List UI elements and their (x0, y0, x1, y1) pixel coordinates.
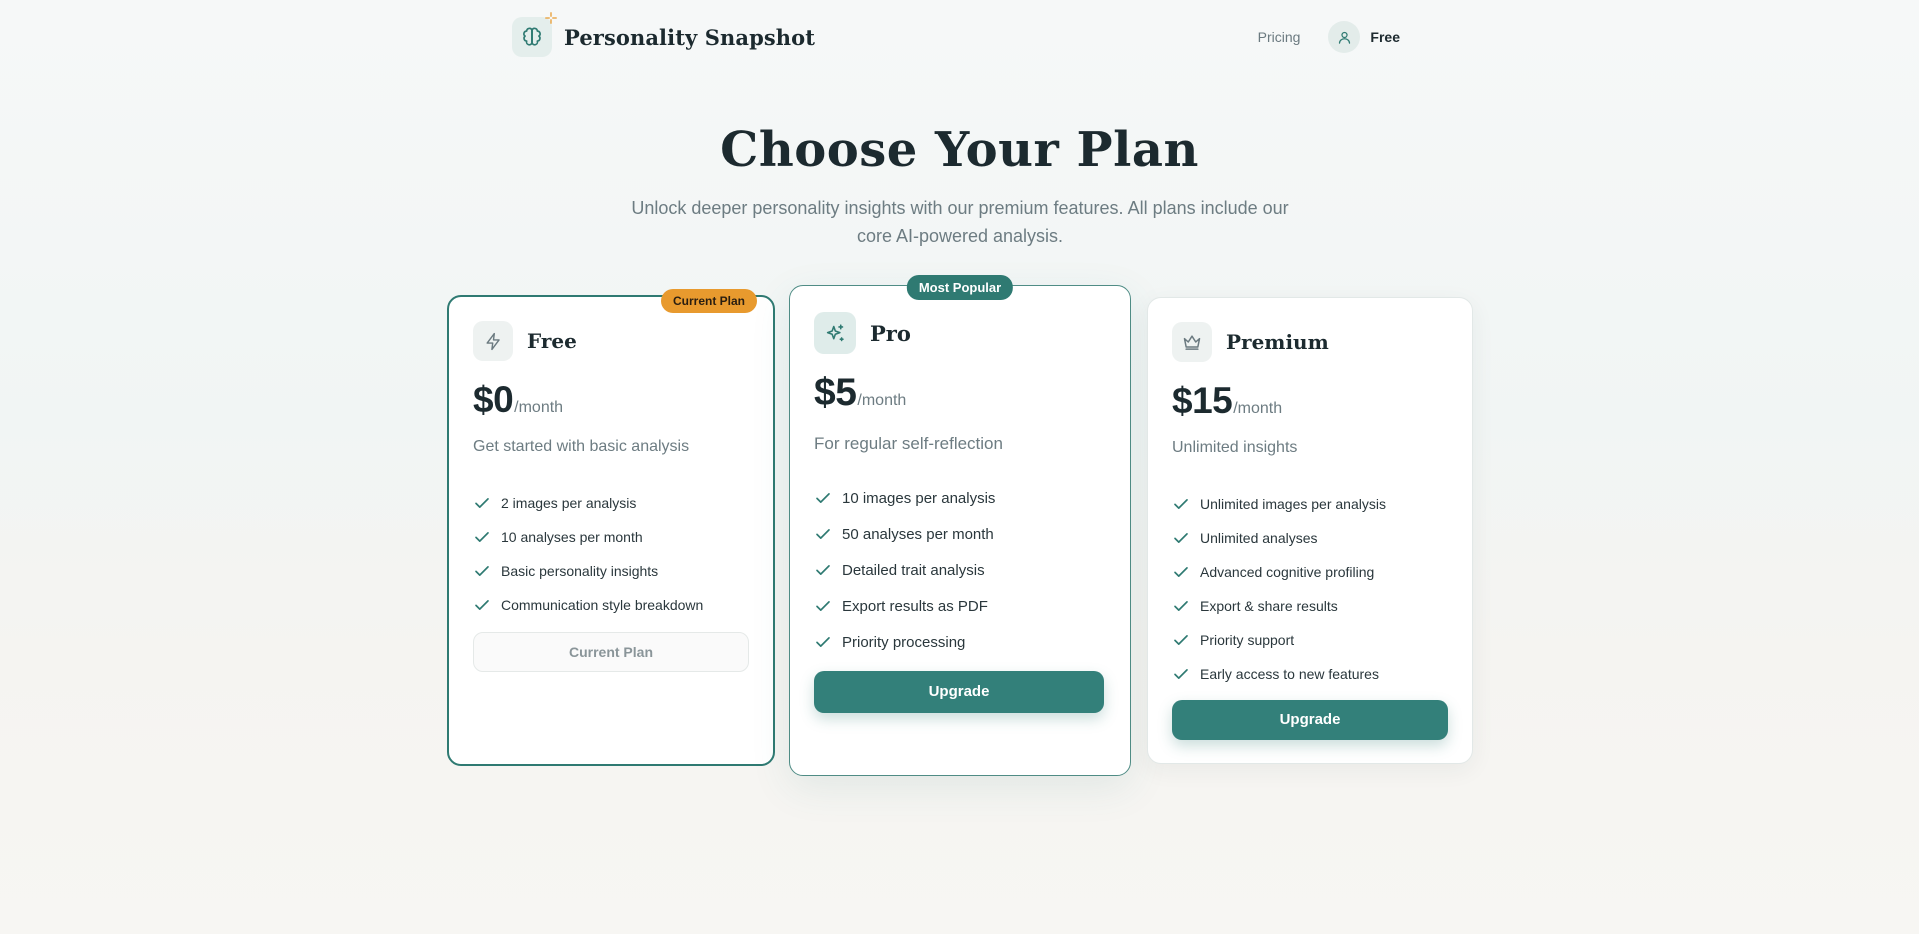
price-period: /month (514, 399, 564, 416)
feature-item: Detailed trait analysis (814, 552, 995, 588)
feature-item: 2 images per analysis (473, 486, 703, 520)
nav-pricing-link[interactable]: Pricing (1258, 29, 1301, 45)
plan-price: $5 /month (814, 371, 906, 415)
check-icon (1174, 533, 1188, 543)
most-popular-badge: Most Popular (906, 275, 1014, 300)
feature-label: 10 analyses per month (501, 529, 643, 545)
plan-price: $15 /month (1172, 380, 1282, 422)
feature-item: Basic personality insights (473, 554, 703, 588)
price-amount: $5 (814, 371, 857, 414)
check-icon (475, 532, 489, 542)
feature-item: Unlimited images per analysis (1172, 487, 1386, 521)
upgrade-pro-button[interactable]: Upgrade (814, 671, 1104, 713)
feature-label: Export & share results (1200, 598, 1338, 614)
feature-item: 10 images per analysis (814, 480, 995, 516)
feature-item: Early access to new features (1172, 657, 1386, 691)
feature-label: Priority support (1200, 632, 1295, 648)
feature-item: 50 analyses per month (814, 516, 995, 552)
feature-label: Advanced cognitive profiling (1200, 564, 1375, 580)
page-title: Choose Your Plan (720, 122, 1199, 178)
plan-description: Get started with basic analysis (473, 438, 690, 455)
plan-description: For regular self-reflection (814, 434, 1003, 453)
feature-list: 2 images per analysis 10 analyses per mo… (473, 486, 703, 622)
check-icon (816, 493, 830, 503)
feature-label: Early access to new features (1200, 666, 1379, 682)
feature-label: Unlimited analyses (1200, 530, 1318, 546)
plan-header: Free (473, 321, 577, 361)
account-tier-label: Free (1370, 29, 1400, 45)
check-icon (1174, 669, 1188, 679)
check-icon (816, 565, 830, 575)
brand[interactable]: Personality Snapshot (512, 12, 816, 57)
price-amount: $0 (473, 379, 514, 420)
plan-name: Premium (1226, 330, 1329, 354)
check-icon (475, 498, 489, 508)
check-icon (816, 637, 830, 647)
feature-list: 10 images per analysis 50 analyses per m… (814, 480, 995, 660)
sparkles-icon (814, 312, 856, 354)
feature-item: 10 analyses per month (473, 520, 703, 554)
current-plan-badge: Current Plan (660, 289, 757, 313)
feature-item: Priority support (1172, 623, 1386, 657)
feature-item: Unlimited analyses (1172, 521, 1386, 555)
upgrade-premium-button[interactable]: Upgrade (1172, 700, 1448, 740)
user-icon (1328, 21, 1361, 53)
check-icon (1174, 635, 1188, 645)
check-icon (1174, 601, 1188, 611)
lightning-icon (473, 321, 513, 361)
feature-label: 10 images per analysis (842, 489, 996, 507)
plan-header: Pro (814, 312, 911, 354)
page-subtitle: Unlock deeper personality insights with … (631, 198, 1289, 246)
feature-label: Detailed trait analysis (842, 561, 985, 579)
top-header: Personality Snapshot Pricing Free (512, 12, 1400, 58)
plan-card-free: Current Plan Free $0 /month Get started … (447, 289, 775, 766)
plan-description: Unlimited insights (1172, 439, 1298, 456)
plan-name: Free (527, 329, 577, 353)
plan-card-premium: Premium $15 /month Unlimited insights Un… (1147, 297, 1473, 764)
price-period: /month (1233, 400, 1283, 417)
price-period: /month (857, 392, 907, 409)
feature-item: Communication style breakdown (473, 588, 703, 622)
sparkle-icon (544, 11, 558, 30)
current-plan-button[interactable]: Current Plan (473, 632, 749, 672)
check-icon (475, 600, 489, 610)
plan-name: Pro (870, 320, 911, 346)
feature-label: Priority processing (842, 633, 966, 651)
top-nav: Pricing Free (1258, 21, 1400, 53)
account-button[interactable]: Free (1328, 21, 1400, 53)
feature-label: Export results as PDF (842, 597, 988, 615)
feature-item: Export results as PDF (814, 588, 995, 624)
plan-header: Premium (1172, 322, 1329, 362)
feature-list: Unlimited images per analysis Unlimited … (1172, 487, 1386, 691)
feature-label: 50 analyses per month (842, 525, 994, 543)
check-icon (1174, 499, 1188, 509)
plan-card-pro: Most Popular Pro $5 /month For regular s… (789, 275, 1131, 776)
feature-label: Communication style breakdown (501, 597, 704, 613)
feature-label: Basic personality insights (501, 563, 659, 579)
brain-icon (512, 12, 557, 57)
feature-item: Priority processing (814, 624, 995, 660)
feature-item: Export & share results (1172, 589, 1386, 623)
check-icon (816, 529, 830, 539)
feature-item: Advanced cognitive profiling (1172, 555, 1386, 589)
feature-label: 2 images per analysis (501, 495, 637, 511)
brand-name: Personality Snapshot (564, 24, 816, 50)
crown-icon (1172, 322, 1212, 362)
feature-label: Unlimited images per analysis (1200, 496, 1386, 512)
price-amount: $15 (1172, 380, 1233, 421)
plan-price: $0 /month (473, 379, 563, 421)
check-icon (816, 601, 830, 611)
check-icon (1174, 567, 1188, 577)
check-icon (475, 566, 489, 576)
